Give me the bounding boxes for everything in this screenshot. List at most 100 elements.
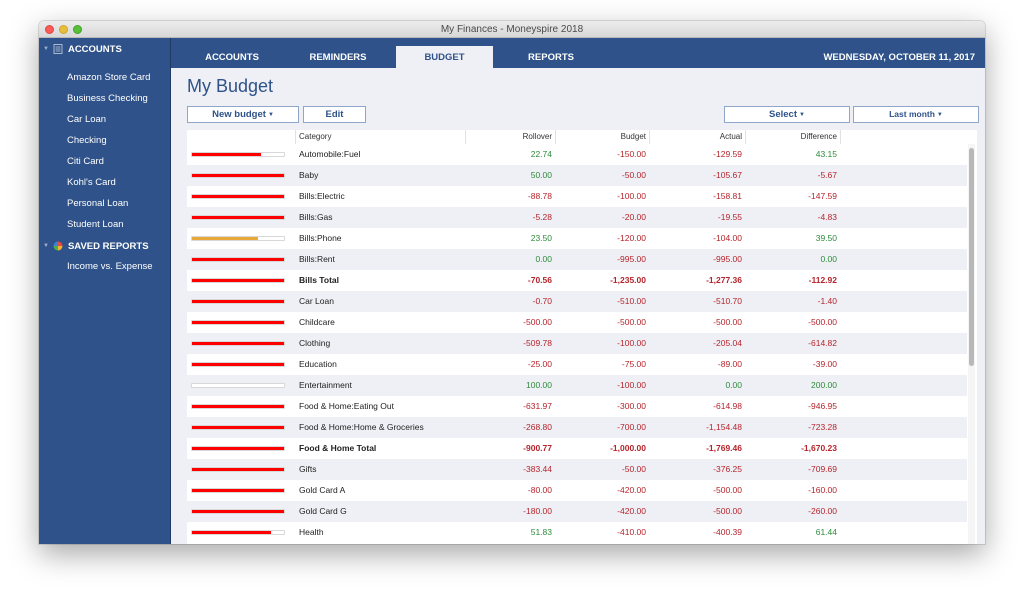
table-row[interactable]: Bills:Electric -88.78 -100.00 -158.81 -147.5… bbox=[187, 186, 967, 207]
disclosure-triangle-icon[interactable]: ▼ bbox=[43, 243, 49, 249]
sidebar-account-item[interactable]: Personal Loan bbox=[67, 196, 128, 212]
sidebar-account-item[interactable]: Citi Card bbox=[67, 154, 104, 170]
difference-cell: -112.92 bbox=[808, 275, 837, 285]
table-row[interactable]: Gold Card A -80.00 -420.00 -500.00 -160.00 bbox=[187, 480, 967, 501]
select-label: Select bbox=[769, 109, 798, 120]
tab-accounts[interactable]: ACCOUNTS bbox=[181, 46, 283, 68]
category-cell: Baby bbox=[299, 170, 319, 180]
sidebar-account-item[interactable]: Student Loan bbox=[67, 217, 124, 233]
table-row[interactable]: Food & Home:Home & Groceries -268.80 -700.… bbox=[187, 417, 967, 438]
progress-fill bbox=[192, 195, 284, 198]
vertical-scrollbar[interactable] bbox=[968, 144, 975, 544]
progress-fill bbox=[192, 321, 284, 324]
actual-cell: -19.55 bbox=[717, 212, 742, 222]
category-cell: Food & Home:Home & Groceries bbox=[299, 422, 424, 432]
table-row[interactable]: Gifts -383.44 -50.00 -376.25 -709.69 bbox=[187, 459, 967, 480]
rollover-cell: -25.00 bbox=[527, 359, 552, 369]
budget-progress-bar bbox=[191, 362, 285, 367]
category-cell: Car Loan bbox=[299, 296, 334, 306]
budget-cell: -50.00 bbox=[621, 464, 646, 474]
rollover-cell: -500.00 bbox=[523, 317, 552, 327]
progress-fill bbox=[192, 405, 284, 408]
new-budget-button[interactable]: New budget ▼ bbox=[187, 106, 299, 123]
progress-fill bbox=[192, 468, 284, 471]
actual-cell: -614.98 bbox=[713, 401, 742, 411]
minimize-window-button[interactable] bbox=[59, 25, 68, 34]
difference-cell: -709.69 bbox=[808, 464, 837, 474]
progress-fill bbox=[192, 153, 261, 156]
table-row[interactable]: Bills Total -70.56 -1,235.00 -1,277.36 -112.… bbox=[187, 270, 967, 291]
table-row[interactable]: Bills:Gas -5.28 -20.00 -19.55 -4.83 bbox=[187, 207, 967, 228]
actual-cell: -500.00 bbox=[713, 506, 742, 516]
table-row[interactable]: Baby 50.00 -50.00 -105.67 -5.67 bbox=[187, 165, 967, 186]
progress-fill bbox=[192, 258, 284, 261]
tab-reminders[interactable]: REMINDERS bbox=[287, 46, 389, 68]
column-header-budget[interactable]: Budget bbox=[555, 130, 649, 144]
budget-progress-bar bbox=[191, 320, 285, 325]
column-header-category[interactable]: Category bbox=[295, 130, 465, 144]
budget-progress-bar bbox=[191, 509, 285, 514]
table-row[interactable]: Clothing -509.78 -100.00 -205.04 -614.82 bbox=[187, 333, 967, 354]
accounts-icon bbox=[53, 44, 63, 54]
table-row[interactable]: Entertainment 100.00 -100.00 0.00 200.00 bbox=[187, 375, 967, 396]
select-dropdown[interactable]: Select ▼ bbox=[724, 106, 850, 123]
table-row[interactable]: Food & Home Total -900.77 -1,000.00 -1,769.… bbox=[187, 438, 967, 459]
table-row[interactable]: Gold Card G -180.00 -420.00 -500.00 -260.00 bbox=[187, 501, 967, 522]
progress-fill bbox=[192, 237, 259, 240]
progress-fill bbox=[192, 216, 284, 219]
progress-fill bbox=[192, 447, 284, 450]
table-row[interactable]: Food & Home:Eating Out -631.97 -300.00 -614… bbox=[187, 396, 967, 417]
sidebar-account-item[interactable]: Kohl's Card bbox=[67, 175, 116, 191]
difference-cell: 0.00 bbox=[820, 254, 837, 264]
scrollbar-thumb[interactable] bbox=[969, 148, 974, 366]
budget-table: Category Rollover Budget Actual Differen… bbox=[187, 130, 977, 544]
sidebar-account-item[interactable]: Checking bbox=[67, 133, 107, 149]
budget-panel: My Budget New budget ▼ Edit Select ▼ Last … bbox=[171, 68, 985, 544]
actual-cell: -205.04 bbox=[713, 338, 742, 348]
close-window-button[interactable] bbox=[45, 25, 54, 34]
budget-progress-bar bbox=[191, 404, 285, 409]
column-header-difference[interactable]: Difference bbox=[745, 130, 841, 144]
table-row[interactable]: Health 51.83 -410.00 -400.39 61.44 bbox=[187, 522, 967, 543]
tab-budget[interactable]: BUDGET bbox=[396, 46, 493, 68]
budget-progress-bar bbox=[191, 383, 285, 388]
zoom-window-button[interactable] bbox=[73, 25, 82, 34]
table-row[interactable]: Car Loan -0.70 -510.00 -510.70 -1.40 bbox=[187, 291, 967, 312]
sidebar-account-item[interactable]: Car Loan bbox=[67, 112, 106, 128]
current-date: WEDNESDAY, OCTOBER 11, 2017 bbox=[823, 52, 975, 63]
category-cell: Gold Card G bbox=[299, 506, 347, 516]
difference-cell: 200.00 bbox=[811, 380, 837, 390]
actual-cell: -1,277.36 bbox=[706, 275, 742, 285]
table-row[interactable]: Automobile:Fuel 22.74 -150.00 -129.59 43.15 bbox=[187, 144, 967, 165]
sidebar-account-item[interactable]: Amazon Store Card bbox=[67, 70, 150, 86]
progress-fill bbox=[192, 531, 272, 534]
category-cell: Automobile:Fuel bbox=[299, 149, 361, 159]
budget-progress-bar bbox=[191, 299, 285, 304]
saved-reports-section-header[interactable]: ▼ SAVED REPORTS bbox=[43, 238, 149, 254]
actual-cell: -1,769.46 bbox=[706, 443, 742, 453]
table-header: Category Rollover Budget Actual Differen… bbox=[187, 130, 977, 144]
sidebar-account-item[interactable]: Business Checking bbox=[67, 91, 148, 107]
period-dropdown[interactable]: Last month ▼ bbox=[853, 106, 979, 123]
category-cell: Food & Home Total bbox=[299, 443, 377, 453]
budget-cell: -120.00 bbox=[617, 233, 646, 243]
rollover-cell: -180.00 bbox=[523, 506, 552, 516]
disclosure-triangle-icon[interactable]: ▼ bbox=[43, 46, 49, 52]
tab-reports[interactable]: REPORTS bbox=[501, 46, 601, 68]
table-row[interactable]: Childcare -500.00 -500.00 -500.00 -500.00 bbox=[187, 312, 967, 333]
column-header-rollover[interactable]: Rollover bbox=[465, 130, 555, 144]
rollover-cell: 100.00 bbox=[526, 380, 552, 390]
budget-cell: -420.00 bbox=[617, 506, 646, 516]
accounts-section-header[interactable]: ▼ ACCOUNTS bbox=[43, 41, 122, 57]
column-header-actual[interactable]: Actual bbox=[649, 130, 745, 144]
category-cell: Entertainment bbox=[299, 380, 352, 390]
table-row[interactable]: Education -25.00 -75.00 -89.00 -39.00 bbox=[187, 354, 967, 375]
budget-cell: -410.00 bbox=[617, 527, 646, 537]
edit-budget-button[interactable]: Edit bbox=[303, 106, 366, 123]
title-bar: My Finances - Moneyspire 2018 bbox=[39, 21, 985, 38]
difference-cell: -160.00 bbox=[808, 485, 837, 495]
table-row[interactable]: Bills:Phone 23.50 -120.00 -104.00 39.50 bbox=[187, 228, 967, 249]
difference-cell: -946.95 bbox=[808, 401, 837, 411]
table-row[interactable]: Bills:Rent 0.00 -995.00 -995.00 0.00 bbox=[187, 249, 967, 270]
sidebar-report-item[interactable]: Income vs. Expense bbox=[67, 259, 153, 275]
